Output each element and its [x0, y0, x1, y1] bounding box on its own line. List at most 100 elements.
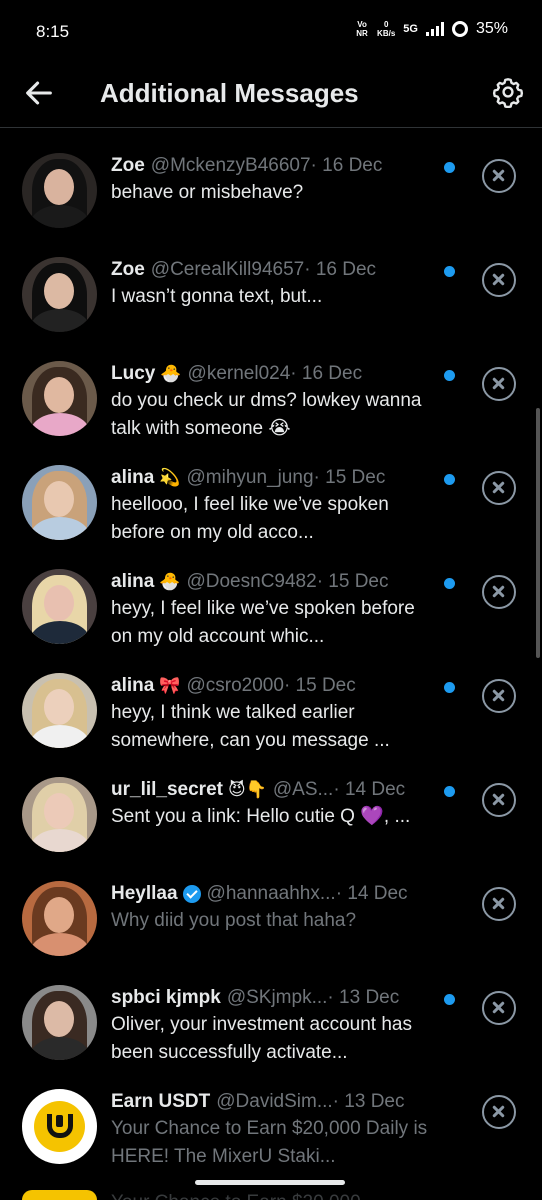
dismiss-icon[interactable] [482, 1095, 516, 1129]
verified-badge-icon [182, 885, 201, 903]
message-row[interactable]: Lucy 🐣 @kernel024 · 16 Dec do you check ur … [0, 348, 542, 452]
avatar[interactable] [22, 881, 97, 956]
message-row[interactable]: Zoe @MckenzyB46607 · 16 Dec behave or misb… [0, 140, 542, 244]
signal-icon [425, 22, 444, 36]
message-date: · 16 Dec [304, 259, 377, 280]
message-row[interactable]: alina 🎀 @csro2000 · 15 Dec heyy, I think we… [0, 660, 542, 764]
network-speed-unit: KB/s [377, 29, 396, 38]
scrollbar[interactable] [536, 408, 540, 658]
message-content: Zoe @CerealKill94657 · 16 Dec I wasn’t gon… [111, 258, 436, 311]
sender-emoji: 🐣 [159, 572, 181, 591]
message-content: spbci kjmpk @SKjmpk... · 13 Dec Oliver, y… [111, 986, 436, 1067]
dismiss-icon[interactable] [482, 159, 516, 193]
sender-handle: @hannaahhx... [206, 883, 336, 904]
avatar[interactable] [22, 153, 97, 228]
sender-emoji: 💫 [159, 468, 181, 487]
message-preview: heyy, I think we talked earlier somewher… [111, 702, 390, 751]
sender-handle: @DoesnC9482 [186, 571, 317, 592]
sender-name: Earn USDT [111, 1091, 211, 1112]
dismiss-icon[interactable] [482, 263, 516, 297]
sender-name: ur_lil_secret [111, 779, 223, 800]
avatar[interactable] [22, 465, 97, 540]
message-row[interactable]: alina 💫 @mihyun_jung · 15 Dec heellooo, I f… [0, 452, 542, 556]
dismiss-icon[interactable] [482, 679, 516, 713]
unread-dot [444, 994, 455, 1005]
avatar[interactable] [22, 569, 97, 644]
network-type: 5G [403, 23, 418, 35]
arrow-left-icon[interactable] [22, 76, 56, 110]
message-date: · 16 Dec [310, 155, 383, 176]
message-preview: Oliver, your investment account has been… [111, 1014, 412, 1063]
sender-name: spbci kjmpk [111, 987, 221, 1008]
message-preview: I wasn’t gonna text, but... [111, 286, 323, 307]
page-title: Additional Messages [100, 78, 359, 108]
message-preview: behave or misbehave? [111, 182, 304, 203]
message-row[interactable]: Earn USDT @DavidSim... · 13 Dec Your Chan… [0, 1076, 542, 1180]
message-date: · 16 Dec [290, 363, 363, 384]
message-preview: Your Chance to Earn $20,000 [111, 1192, 361, 1200]
message-content: alina 🎀 @csro2000 · 15 Dec heyy, I think we… [111, 674, 436, 755]
unread-dot [444, 266, 455, 277]
dismiss-icon[interactable] [482, 991, 516, 1025]
message-row[interactable]: alina 🐣 @DoesnC9482 · 15 Dec heyy, I feel l… [0, 556, 542, 660]
sender-name: Lucy [111, 363, 156, 384]
message-row[interactable]: Zoe @CerealKill94657 · 16 Dec I wasn’t gon… [0, 244, 542, 348]
message-date: · 15 Dec [316, 571, 389, 592]
message-content: alina 🐣 @DoesnC9482 · 15 Dec heyy, I feel l… [111, 570, 436, 651]
message-date: · 13 Dec [327, 987, 400, 1008]
unread-dot [444, 578, 455, 589]
sender-handle: @csro2000 [186, 675, 284, 696]
message-date: · 15 Dec [283, 675, 356, 696]
message-preview: Your Chance to Earn $20,000 Daily is HER… [111, 1118, 428, 1167]
network-speed: 0 KB/s [377, 20, 395, 38]
status-icons: Vo NR 0 KB/s 5G 35% [355, 20, 508, 38]
sender-name: Zoe [111, 259, 145, 280]
message-content: Zoe @MckenzyB46607 · 16 Dec behave or misb… [111, 154, 436, 207]
battery-icon [451, 21, 468, 37]
avatar[interactable] [22, 257, 97, 332]
dismiss-icon[interactable] [482, 471, 516, 505]
message-row[interactable]: Heyllaa @hannaahhx... · 14 Dec Why diid y… [0, 868, 542, 972]
message-date: · 14 Dec [333, 779, 406, 800]
sender-handle: @AS... [272, 779, 334, 800]
unread-dot [444, 162, 455, 173]
sender-name: alina [111, 571, 155, 592]
sender-emoji: 🐣 [160, 364, 182, 383]
unread-dot [444, 682, 455, 693]
sender-handle: @MckenzyB46607 [150, 155, 311, 176]
avatar[interactable] [22, 985, 97, 1060]
avatar[interactable] [22, 673, 97, 748]
sender-emoji: 😈👇 [227, 780, 267, 799]
message-row[interactable]: spbci kjmpk @SKjmpk... · 13 Dec Oliver, y… [0, 972, 542, 1076]
volte-indicator: Vo NR [356, 20, 368, 38]
message-row[interactable]: ur_lil_secret 😈👇 @AS... · 14 Dec Sent you … [0, 764, 542, 868]
message-date: · 14 Dec [335, 883, 408, 904]
dismiss-icon[interactable] [482, 575, 516, 609]
mixeru-logo-icon [34, 1101, 85, 1152]
message-preview: heyy, I feel like we’ve spoken before on… [111, 598, 415, 647]
message-content: Earn USDT @DavidSim... · 13 Dec Your Chan… [111, 1090, 436, 1171]
battery-percent: 35% [475, 20, 508, 37]
sender-name: Zoe [111, 155, 145, 176]
dismiss-icon[interactable] [482, 887, 516, 921]
network-speed-value: 0 [383, 20, 389, 29]
message-preview: Sent you a link: Hello cutie Q 💜, ... [111, 806, 411, 827]
status-time: 8:15 [36, 22, 70, 41]
dismiss-icon[interactable] [482, 367, 516, 401]
message-content: Heyllaa @hannaahhx... · 14 Dec Why diid y… [111, 882, 436, 935]
avatar[interactable] [22, 1089, 97, 1164]
message-preview: do you check ur dms? lowkey wanna talk w… [111, 390, 422, 439]
sender-handle: @CerealKill94657 [150, 259, 305, 280]
message-date: · 13 Dec [332, 1091, 405, 1112]
gear-icon[interactable] [492, 76, 524, 108]
message-preview: heellooo, I feel like we’ve spoken befor… [111, 494, 389, 543]
sender-name: Heyllaa [111, 883, 178, 904]
dismiss-icon[interactable] [482, 783, 516, 817]
home-indicator[interactable] [195, 1180, 345, 1185]
sender-emoji: 🎀 [159, 676, 181, 695]
status-bar: 8:15 Vo NR 0 KB/s 5G 35% [0, 0, 542, 62]
sender-handle: @DavidSim... [216, 1091, 333, 1112]
avatar[interactable] [22, 361, 97, 436]
message-preview: Why diid you post that haha? [111, 910, 357, 931]
avatar[interactable] [22, 777, 97, 852]
